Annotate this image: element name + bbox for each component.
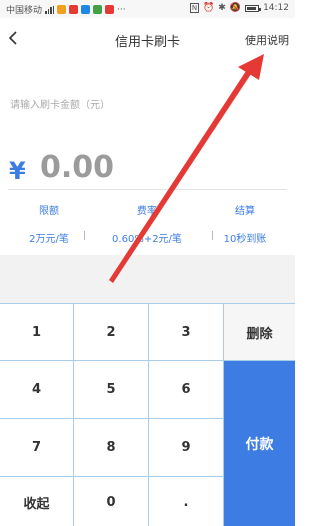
info-row: 限额 2万元/笔 费率 0.60%+2元/笔 结算 10秒到账 [0, 202, 295, 248]
keypad: 1 2 3 删除 4 5 6 7 8 9 付款 收起 0 . [0, 303, 295, 526]
amount-input[interactable]: 0.00 [40, 150, 240, 185]
notification-app-icon [57, 5, 67, 14]
key-0[interactable]: 0 [74, 477, 149, 526]
notification-app-icon [69, 5, 79, 14]
nfc-icon: N [189, 3, 200, 13]
info-separator [84, 231, 85, 240]
delete-button[interactable]: 删除 [224, 304, 295, 361]
notification-app-icon [105, 5, 115, 14]
status-left: 中国移动 ··· [6, 3, 126, 17]
info-rate-value: 0.60%+2元/笔 [112, 234, 182, 245]
mute-icon: 🔕 [229, 3, 242, 13]
help-link[interactable]: 使用说明 [245, 32, 289, 48]
key-8[interactable]: 8 [74, 419, 149, 477]
notification-app-icon [93, 5, 103, 14]
key-dot[interactable]: . [149, 477, 224, 526]
info-settlement: 结算 10秒到账 [196, 202, 294, 245]
carrier-label: 中国移动 [6, 6, 43, 16]
key-2[interactable]: 2 [74, 304, 149, 361]
battery-icon [245, 4, 262, 12]
status-bar: 中国移动 ··· N ⏰ ✱ 🔕 14:12 [0, 0, 295, 18]
info-rate-heading: 费率 [137, 206, 157, 217]
key-6[interactable]: 6 [149, 361, 224, 419]
key-3[interactable]: 3 [149, 304, 224, 361]
battery-fill [247, 6, 257, 10]
key-5[interactable]: 5 [74, 361, 149, 419]
bluetooth-icon: ✱ [218, 3, 226, 13]
info-rate: 费率 0.60%+2元/笔 [98, 202, 196, 245]
key-7[interactable]: 7 [0, 419, 74, 477]
collapse-button[interactable]: 收起 [0, 477, 74, 526]
status-right: N ⏰ ✱ 🔕 14:12 [189, 3, 289, 13]
alarm-icon: ⏰ [203, 3, 215, 13]
header: 信用卡刷卡 使用说明 [0, 18, 295, 62]
clock: 14:12 [263, 3, 289, 13]
info-limit-heading: 限额 [39, 206, 59, 217]
spacer [0, 255, 295, 303]
amount-section: 请输入刷卡金额（元） ¥ 0.00 限额 2万元/笔 费率 0.60%+2元/笔… [0, 62, 295, 255]
notification-app-icon [81, 5, 91, 14]
amount-label: 请输入刷卡金额（元） [10, 100, 110, 111]
key-4[interactable]: 4 [0, 361, 74, 419]
divider [8, 189, 287, 190]
more-icon: ··· [117, 4, 126, 15]
key-1[interactable]: 1 [0, 304, 74, 361]
info-settlement-heading: 结算 [235, 206, 255, 217]
currency-symbol: ¥ [9, 157, 26, 185]
pay-button[interactable]: 付款 [224, 361, 295, 526]
info-settlement-value: 10秒到账 [223, 234, 267, 245]
signal-icon [45, 5, 55, 14]
key-9[interactable]: 9 [149, 419, 224, 477]
